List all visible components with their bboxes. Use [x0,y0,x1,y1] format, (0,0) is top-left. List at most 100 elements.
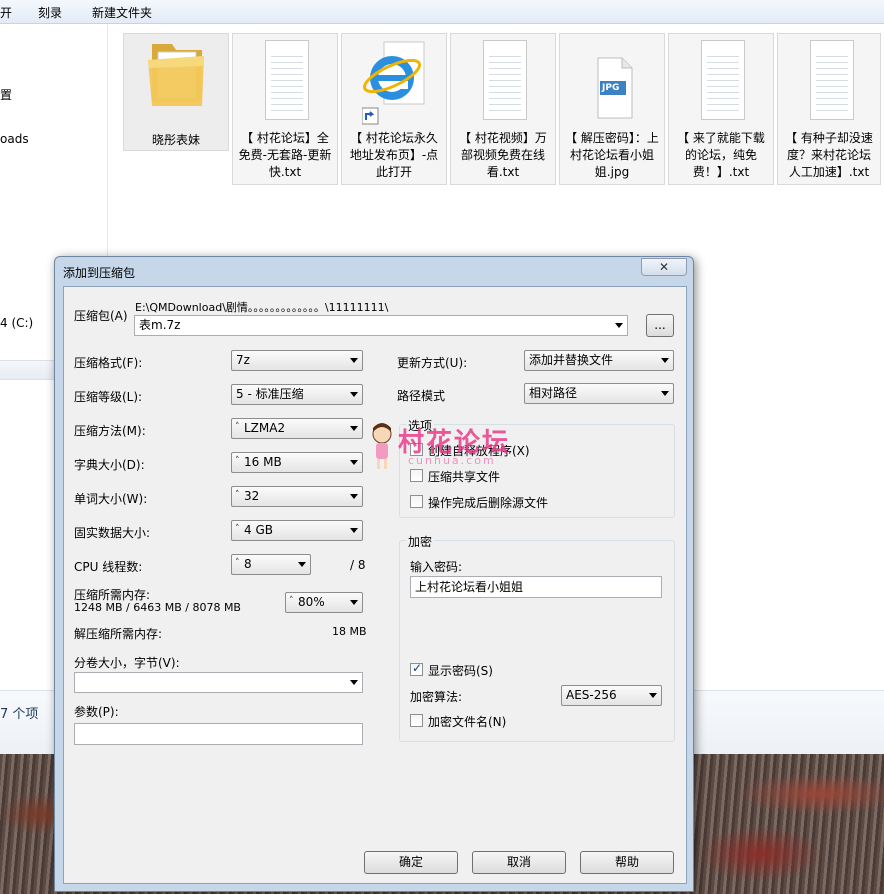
delete-after-checkbox[interactable] [410,495,423,508]
show-password-checkbox[interactable] [410,661,423,676]
level-value: 5 - 标准压缩 [236,387,304,401]
word-label: 单词大小(W): [74,492,148,506]
chevron-down-icon [615,323,623,328]
encrypt-names-checkbox[interactable] [410,714,423,727]
browse-button[interactable]: ... [646,314,674,337]
encryption-group: 加密 输入密码: 上村花论坛看小姐姐 显示密码(S) 加密算法: AES-256… [399,533,675,742]
file-tile-txt[interactable]: 【 村花视频】万部视频免费在线看.txt [450,33,556,185]
method-value: LZMA2 [244,421,286,435]
file-caption: 【 村花论坛】全免费-无套路-更新快.txt [238,131,332,179]
encrypt-names-label: 加密文件名(N) [428,715,507,729]
cancel-button[interactable]: 取消 [472,851,566,874]
delete-after-label: 操作完成后删除源文件 [428,496,549,510]
archive-name-combo[interactable]: 表m.7z [134,315,628,336]
decomp-label: 解压缩所需内存: [74,627,163,641]
chevron-down-icon [350,600,358,605]
text-file-icon [471,38,537,126]
menu-open[interactable]: 开 [0,4,12,21]
dict-select[interactable]: ˄ 16 MB [231,452,363,473]
ok-button[interactable]: 确定 [364,851,458,874]
folder-icon [144,38,210,126]
word-select[interactable]: ˄ 32 [231,486,363,507]
chevron-down-icon [350,460,358,465]
path-mode-select[interactable]: 相对路径 [524,383,674,404]
params-label: 参数(P): [74,705,119,719]
file-tile-jpg[interactable]: JPG 【 解压密码】：上村花论坛看小姐姐.jpg [559,33,665,185]
dialog-title: 添加到压缩包 [63,266,136,280]
chevron-down-icon [649,693,657,698]
chevron-down-icon [350,426,358,431]
item-count: 7 个项 [0,707,39,722]
solid-select[interactable]: ˄ 4 GB [231,520,363,541]
file-tile-txt[interactable]: 【 有种子却没速度？来村花论坛人工加速】.txt [777,33,881,185]
file-tile-txt[interactable]: 【 来了就能下载的论坛，纯免费！】.txt [668,33,774,185]
chevron-down-icon [661,391,669,396]
update-select[interactable]: 添加并替换文件 [524,350,674,371]
algo-label: 加密算法: [410,690,463,704]
update-label: 更新方式(U): [397,356,468,370]
sort-icon: ˄ [235,490,240,500]
text-file-icon [798,38,864,126]
mem-percent-select[interactable]: ˄ 80% [285,592,363,613]
split-label: 分卷大小，字节(V): [74,656,180,670]
format-select[interactable]: 7z [231,350,363,371]
dict-label: 字典大小(D): [74,458,145,472]
chevron-down-icon [350,392,358,397]
decomp-value: 18 MB [332,625,367,638]
algo-select[interactable]: AES-256 [561,685,662,706]
chevron-down-icon [350,528,358,533]
file-caption: 【 村花论坛永久地址发布页】-点此打开 [349,131,439,179]
dialog-titlebar[interactable]: 添加到压缩包 ✕ [55,257,693,285]
sort-icon: ˄ [235,558,240,568]
solid-value: 4 GB [244,523,273,537]
params-input[interactable] [74,723,363,745]
cpu-label: CPU 线程数: [74,560,143,574]
level-label: 压缩等级(L): [74,390,143,404]
sort-icon: ˄ [235,422,240,432]
archive-label: 压缩包(A) [74,309,128,323]
password-input[interactable]: 上村花论坛看小姐姐 [410,576,662,598]
file-grid: 晓彤表妹 【 村花论坛】全免费-无套路-更新快.txt 【 村花论坛永久地址发布… [110,24,884,194]
file-caption: 【 有种子却没速度？来村花论坛人工加速】.txt [785,131,873,179]
show-password-label: 显示密码(S) [428,664,493,678]
nav-item-downloads[interactable]: oads [0,132,29,146]
cpu-select[interactable]: ˄ 8 [231,554,311,575]
method-select[interactable]: ˄ LZMA2 [231,418,363,439]
help-button[interactable]: 帮助 [580,851,674,874]
mem-percent-value: 80% [298,595,325,609]
format-label: 压缩格式(F): [74,356,143,370]
file-tile-folder[interactable]: 晓彤表妹 [123,33,229,151]
file-caption: 【 来了就能下载的论坛，纯免费！】.txt [677,131,765,179]
sort-icon: ˄ [289,596,294,606]
path-mode-label: 路径模式 [397,389,446,403]
path-mode-value: 相对路径 [529,386,578,400]
dialog-body: 压缩包(A) E:\QMDownload\剧情。。。。。。。。。。。。。\111… [63,286,687,884]
close-button[interactable]: ✕ [641,258,687,276]
file-tile-txt[interactable]: 【 村花论坛】全免费-无套路-更新快.txt [232,33,338,185]
dict-value: 16 MB [244,455,282,469]
cartoon-girl-icon [368,422,396,472]
level-select[interactable]: 5 - 标准压缩 [231,384,363,405]
nav-item-drive-c[interactable]: 4 (C:) [0,316,33,330]
add-to-archive-dialog: 添加到压缩包 ✕ 压缩包(A) E:\QMDownload\剧情。。。。。。。。… [54,256,694,892]
method-label: 压缩方法(M): [74,424,146,438]
nav-item-settings[interactable]: 置 [0,86,12,103]
jpg-file-icon: JPG [580,38,646,126]
chevron-down-icon [298,562,306,567]
explorer-menubar: 开 刻录 新建文件夹 [0,0,884,24]
chevron-down-icon [350,680,358,685]
watermark-subtext: cunhua.com [408,454,496,467]
archive-name-value: 表m.7z [139,318,181,332]
menu-new-folder[interactable]: 新建文件夹 [92,4,152,21]
update-value: 添加并替换文件 [529,353,614,367]
word-value: 32 [244,489,260,503]
cpu-total: / 8 [350,558,366,572]
split-combo[interactable] [74,672,363,693]
encryption-title: 加密 [406,533,435,550]
solid-label: 固实数据大小: [74,526,151,540]
password-label: 输入密码: [410,560,463,574]
file-caption: 【 解压密码】：上村花论坛看小姐姐.jpg [565,131,659,179]
menu-burn[interactable]: 刻录 [38,4,62,21]
watermark: 村花论坛 cunhua.com [368,420,528,476]
file-tile-shortcut[interactable]: 【 村花论坛永久地址发布页】-点此打开 [341,33,447,185]
